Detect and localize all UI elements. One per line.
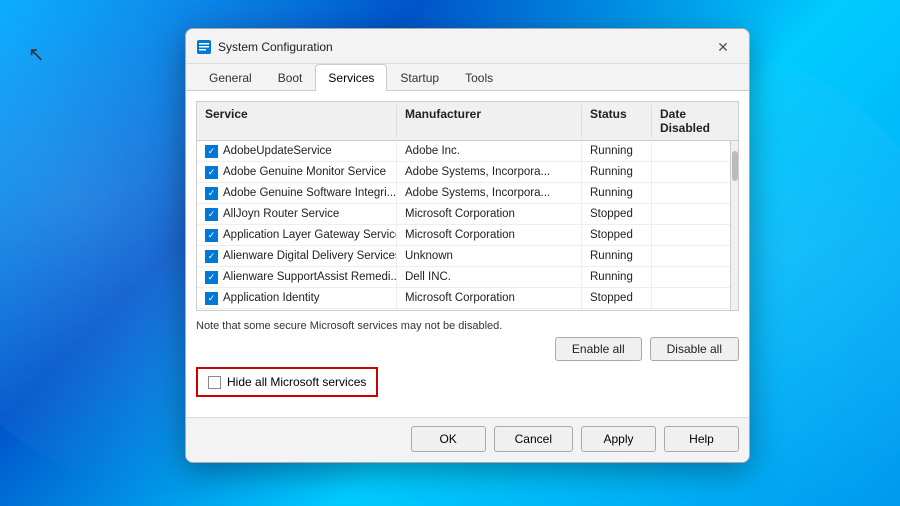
table-header: Service Manufacturer Status Date Disable… xyxy=(197,102,738,141)
date-disabled-cell xyxy=(652,183,730,203)
service-name: Alienware Digital Delivery Services xyxy=(223,250,397,262)
date-disabled-cell xyxy=(652,288,730,308)
manufacturer-cell: Microsoft Corporation xyxy=(397,204,582,224)
dialog-title: System Configuration xyxy=(218,40,333,54)
service-checkbox[interactable] xyxy=(205,292,218,305)
manufacturer-cell: Adobe Inc. xyxy=(397,141,582,161)
manufacturer-cell: Unknown xyxy=(397,246,582,266)
status-cell: Stopped xyxy=(582,204,652,224)
scrollbar[interactable] xyxy=(730,141,738,311)
close-button[interactable]: ✕ xyxy=(709,37,737,57)
service-checkbox[interactable] xyxy=(205,229,218,242)
table-row[interactable]: Application Identity Microsoft Corporati… xyxy=(197,288,730,309)
system-configuration-dialog: System Configuration ✕ General Boot Serv… xyxy=(185,28,750,463)
manufacturer-cell: Adobe Systems, Incorpora... xyxy=(397,183,582,203)
table-row[interactable]: AdobeUpdateService Adobe Inc. Running xyxy=(197,141,730,162)
ok-button[interactable]: OK xyxy=(411,426,486,452)
col-service: Service xyxy=(197,105,397,137)
table-row[interactable]: Alienware Digital Delivery Services Unkn… xyxy=(197,246,730,267)
service-cell: Alienware SupportAssist Remedi... xyxy=(197,267,397,287)
status-cell: Running xyxy=(582,162,652,182)
dialog-icon xyxy=(196,39,212,55)
disable-all-button[interactable]: Disable all xyxy=(650,337,739,361)
bottom-buttons: OK Cancel Apply Help xyxy=(186,417,749,462)
enable-disable-row: Enable all Disable all xyxy=(196,337,739,361)
cancel-button[interactable]: Cancel xyxy=(494,426,573,452)
table-row[interactable]: Adobe Genuine Software Integri... Adobe … xyxy=(197,183,730,204)
table-row[interactable]: Adobe Genuine Monitor Service Adobe Syst… xyxy=(197,162,730,183)
content-area: Service Manufacturer Status Date Disable… xyxy=(186,91,749,417)
service-cell: Adobe Genuine Monitor Service xyxy=(197,162,397,182)
service-name: Adobe Genuine Software Integri... xyxy=(223,187,396,199)
tab-bar: General Boot Services Startup Tools xyxy=(186,64,749,91)
status-cell: Stopped xyxy=(582,288,652,308)
manufacturer-cell: Adobe Systems, Incorpora... xyxy=(397,162,582,182)
table-row[interactable]: Alienware SupportAssist Remedi... Dell I… xyxy=(197,267,730,288)
service-cell: App Readiness xyxy=(197,309,397,311)
status-cell: Stopped xyxy=(582,225,652,245)
service-cell: Adobe Genuine Software Integri... xyxy=(197,183,397,203)
service-checkbox[interactable] xyxy=(205,187,218,200)
date-disabled-cell xyxy=(652,267,730,287)
service-cell: Application Layer Gateway Service xyxy=(197,225,397,245)
services-table: Service Manufacturer Status Date Disable… xyxy=(196,101,739,311)
tab-services[interactable]: Services xyxy=(315,64,387,91)
date-disabled-cell xyxy=(652,309,730,311)
tab-tools[interactable]: Tools xyxy=(452,64,506,91)
service-name: Alienware SupportAssist Remedi... xyxy=(223,271,397,283)
status-cell: Stopped xyxy=(582,309,652,311)
col-date-disabled: Date Disabled xyxy=(652,105,738,137)
status-cell: Running xyxy=(582,246,652,266)
service-name: AllJoyn Router Service xyxy=(223,208,339,220)
hide-microsoft-label: Hide all Microsoft services xyxy=(227,375,366,389)
date-disabled-cell xyxy=(652,141,730,161)
col-status: Status xyxy=(582,105,652,137)
status-cell: Running xyxy=(582,183,652,203)
scrollbar-thumb[interactable] xyxy=(732,151,738,181)
service-cell: AdobeUpdateService xyxy=(197,141,397,161)
note-text: Note that some secure Microsoft services… xyxy=(196,317,739,337)
manufacturer-cell: Microsoft Corporation xyxy=(397,309,582,311)
tab-startup[interactable]: Startup xyxy=(387,64,452,91)
service-name: Adobe Genuine Monitor Service xyxy=(223,166,386,178)
date-disabled-cell xyxy=(652,162,730,182)
service-name: AdobeUpdateService xyxy=(223,145,332,157)
table-body[interactable]: AdobeUpdateService Adobe Inc. Running Ad… xyxy=(197,141,730,311)
table-row[interactable]: Application Layer Gateway Service Micros… xyxy=(197,225,730,246)
hide-microsoft-checkbox[interactable] xyxy=(208,376,221,389)
table-row[interactable]: AllJoyn Router Service Microsoft Corpora… xyxy=(197,204,730,225)
table-container: AdobeUpdateService Adobe Inc. Running Ad… xyxy=(197,141,738,311)
service-checkbox[interactable] xyxy=(205,271,218,284)
enable-all-button[interactable]: Enable all xyxy=(555,337,642,361)
tab-general[interactable]: General xyxy=(196,64,265,91)
status-cell: Running xyxy=(582,267,652,287)
help-button[interactable]: Help xyxy=(664,426,739,452)
manufacturer-cell: Microsoft Corporation xyxy=(397,225,582,245)
service-cell: AllJoyn Router Service xyxy=(197,204,397,224)
service-checkbox[interactable] xyxy=(205,166,218,179)
manufacturer-cell: Microsoft Corporation xyxy=(397,288,582,308)
service-checkbox[interactable] xyxy=(205,208,218,221)
hide-microsoft-services-row: Hide all Microsoft services xyxy=(196,367,378,397)
col-manufacturer: Manufacturer xyxy=(397,105,582,137)
manufacturer-cell: Dell INC. xyxy=(397,267,582,287)
date-disabled-cell xyxy=(652,246,730,266)
service-name: Application Identity xyxy=(223,292,320,304)
table-main: AdobeUpdateService Adobe Inc. Running Ad… xyxy=(197,141,730,311)
title-bar-left: System Configuration xyxy=(196,39,333,55)
date-disabled-cell xyxy=(652,204,730,224)
tab-boot[interactable]: Boot xyxy=(265,64,316,91)
service-cell: Alienware Digital Delivery Services xyxy=(197,246,397,266)
service-cell: Application Identity xyxy=(197,288,397,308)
title-bar: System Configuration ✕ xyxy=(186,29,749,64)
date-disabled-cell xyxy=(652,225,730,245)
apply-button[interactable]: Apply xyxy=(581,426,656,452)
table-row[interactable]: App Readiness Microsoft Corporation Stop… xyxy=(197,309,730,311)
status-cell: Running xyxy=(582,141,652,161)
service-checkbox[interactable] xyxy=(205,145,218,158)
service-checkbox[interactable] xyxy=(205,250,218,263)
service-name: Application Layer Gateway Service xyxy=(223,229,397,241)
